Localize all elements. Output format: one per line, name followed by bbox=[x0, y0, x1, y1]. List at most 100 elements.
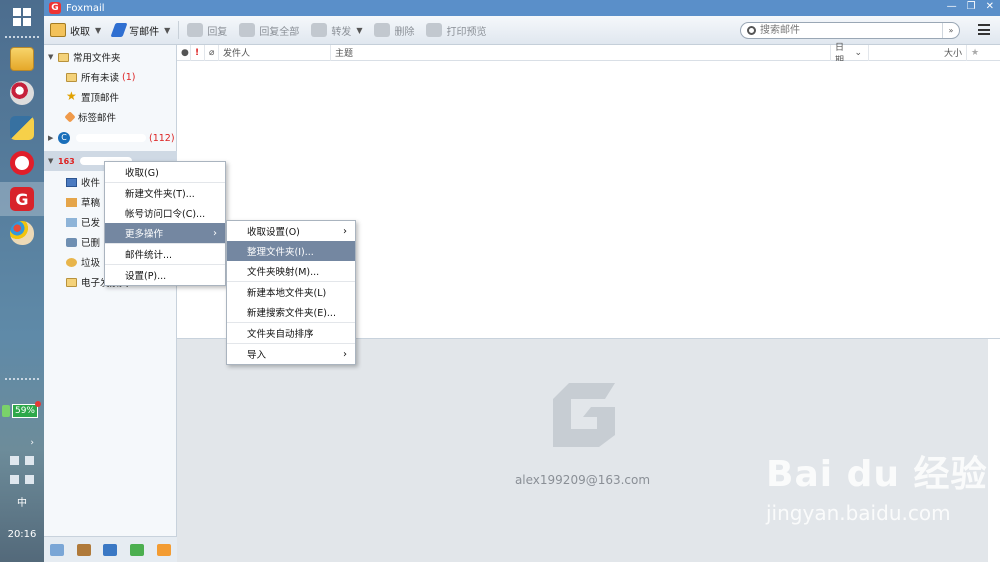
column-label: 发件人 bbox=[223, 49, 251, 59]
taskbar-clock[interactable]: 20:16 bbox=[0, 529, 44, 540]
taskbar-grip bbox=[5, 36, 39, 38]
menu-item-more-actions[interactable]: 更多操作 › bbox=[105, 223, 225, 243]
paint-icon bbox=[10, 81, 34, 105]
folder-label: 常用文件夹 bbox=[73, 53, 121, 64]
watermark-logo-text: Bai du 经验 bbox=[766, 454, 988, 495]
opera-icon bbox=[10, 151, 34, 175]
expand-right-icon[interactable]: ▶ bbox=[48, 134, 56, 142]
reply-all-label: 回复全部 bbox=[259, 26, 300, 38]
date-column[interactable]: 日期⌄ bbox=[831, 43, 869, 66]
163-logo-icon: 163 bbox=[58, 156, 75, 166]
paperclip-icon: ⌀ bbox=[209, 47, 215, 58]
forward-button[interactable]: 转发 ▼ bbox=[305, 19, 368, 41]
sent-icon bbox=[66, 217, 77, 227]
print-preview-button[interactable]: 打印预览 bbox=[420, 19, 492, 41]
menu-item-receive[interactable]: 收取(G) bbox=[105, 162, 225, 182]
restore-icon[interactable]: ❐ bbox=[967, 1, 976, 12]
size-column[interactable]: 大小 bbox=[869, 44, 967, 61]
reply-all-button[interactable]: 回复全部 bbox=[233, 19, 305, 41]
close-icon[interactable]: ✕ bbox=[986, 1, 994, 12]
display-icon[interactable] bbox=[25, 456, 34, 465]
folder-pane: ▼ 常用文件夹 所有未读 (1) ★ 置顶邮件 标签邮件 ▶ C (112) ▼ 163 收… bbox=[44, 45, 177, 562]
redacted-account-name bbox=[76, 134, 146, 142]
foxmail-logo-icon: G bbox=[49, 2, 61, 14]
mail-view-icon[interactable] bbox=[50, 543, 65, 556]
chevron-down-icon[interactable]: ▼ bbox=[164, 26, 170, 35]
folder-all-unread[interactable]: 所有未读 (1) bbox=[44, 67, 177, 87]
battery-icon: 59% bbox=[12, 401, 41, 418]
folder-label: 草稿 bbox=[81, 198, 101, 209]
search-options-icon[interactable]: » bbox=[942, 23, 959, 38]
receive-button[interactable]: 收取 ▼ bbox=[44, 19, 107, 41]
explorer-icon bbox=[10, 47, 34, 71]
tray-row-2 bbox=[10, 475, 34, 484]
menu-item-mail-statistics[interactable]: 邮件统计... bbox=[105, 244, 225, 264]
preview-scrollbar[interactable] bbox=[988, 339, 1000, 562]
expand-down-icon[interactable]: ▼ bbox=[48, 53, 56, 61]
delete-label: 删除 bbox=[394, 26, 415, 38]
reply-button[interactable]: 回复 bbox=[181, 19, 233, 41]
dot-icon: ● bbox=[181, 47, 189, 58]
folder-label: 已删 bbox=[81, 238, 101, 249]
wifi-signal-icon[interactable] bbox=[10, 475, 19, 484]
taskbar-paint[interactable] bbox=[0, 76, 44, 110]
folder-label: 已发 bbox=[81, 218, 101, 229]
taskbar-palette[interactable] bbox=[0, 216, 44, 250]
search-input[interactable] bbox=[760, 23, 945, 38]
attachment-column[interactable]: ⌀ bbox=[205, 44, 219, 61]
submenu-item-import[interactable]: 导入 › bbox=[227, 344, 355, 364]
column-label: 大小 bbox=[943, 49, 962, 59]
priority-column[interactable]: ! bbox=[191, 44, 205, 61]
menu-item-new-folder[interactable]: 新建文件夹(T)... bbox=[105, 183, 225, 203]
preview-pane: alex199209@163.com bbox=[177, 339, 988, 562]
rss-icon[interactable] bbox=[156, 543, 171, 556]
chevron-down-icon[interactable]: ▼ bbox=[356, 26, 362, 35]
foxmail-icon: G bbox=[10, 187, 34, 211]
submenu-item-organize-folders[interactable]: 整理文件夹(I)... bbox=[227, 241, 355, 261]
windows-logo-icon bbox=[13, 8, 31, 26]
unread-count: (1) bbox=[122, 71, 136, 83]
chevron-down-icon[interactable]: ▼ bbox=[95, 26, 101, 35]
compose-button[interactable]: 写邮件 ▼ bbox=[107, 19, 176, 41]
read-status-column[interactable]: ● bbox=[177, 44, 191, 61]
more-actions-submenu: 收取设置(O) › 整理文件夹(I)... 文件夹映射(M)... 新建本地文件夹… bbox=[226, 220, 356, 365]
taskbar-foxmail[interactable]: G bbox=[0, 182, 44, 216]
taskbar-opera[interactable] bbox=[0, 146, 44, 180]
python-icon bbox=[10, 116, 34, 140]
network-blocked-icon[interactable] bbox=[10, 456, 19, 465]
submenu-item-new-search-folder[interactable]: 新建搜索文件夹(E)... bbox=[227, 302, 355, 322]
main-menu-icon[interactable] bbox=[978, 24, 990, 35]
contacts-icon[interactable] bbox=[76, 543, 91, 556]
ime-indicator[interactable]: 中 bbox=[0, 494, 44, 509]
battery-indicator[interactable]: 59% bbox=[2, 401, 41, 418]
subject-column[interactable]: 主题 bbox=[331, 44, 831, 61]
folder-group-common[interactable]: ▼ 常用文件夹 bbox=[44, 47, 177, 67]
taskbar-explorer[interactable] bbox=[0, 42, 44, 76]
start-button[interactable] bbox=[0, 0, 44, 34]
star-column[interactable]: ★ bbox=[967, 45, 985, 61]
sender-column[interactable]: 发件人 bbox=[219, 44, 331, 61]
submenu-item-auto-sort[interactable]: 文件夹自动排序 bbox=[227, 323, 355, 343]
menu-item-settings[interactable]: 设置(P)... bbox=[105, 265, 225, 285]
tag-icon bbox=[64, 111, 76, 123]
volume-icon[interactable] bbox=[25, 475, 34, 484]
delete-button[interactable]: 删除 bbox=[368, 19, 420, 41]
expand-down-icon[interactable]: ▼ bbox=[48, 157, 56, 165]
chevron-right-icon: › bbox=[343, 225, 347, 237]
submenu-item-receive-settings[interactable]: 收取设置(O) › bbox=[227, 221, 355, 241]
menu-item-account-password[interactable]: 帐号访问口令(C)... bbox=[105, 203, 225, 223]
taskbar-python[interactable] bbox=[0, 111, 44, 145]
account-1[interactable]: ▶ C (112) bbox=[44, 128, 177, 148]
calendar-icon[interactable] bbox=[103, 543, 118, 556]
folder-icon bbox=[58, 52, 69, 62]
submenu-item-folder-mapping[interactable]: 文件夹映射(M)... bbox=[227, 261, 355, 281]
draft-icon bbox=[66, 197, 77, 207]
folder-pinned[interactable]: ★ 置顶邮件 bbox=[44, 87, 177, 107]
delete-icon bbox=[374, 23, 391, 37]
notes-icon[interactable] bbox=[130, 543, 145, 556]
folder-tagged[interactable]: 标签邮件 bbox=[44, 107, 177, 127]
tray-expand[interactable]: › bbox=[10, 438, 34, 448]
submenu-item-new-local-folder[interactable]: 新建本地文件夹(L) bbox=[227, 282, 355, 302]
minimize-icon[interactable]: — bbox=[947, 1, 957, 12]
reply-label: 回复 bbox=[207, 26, 228, 38]
